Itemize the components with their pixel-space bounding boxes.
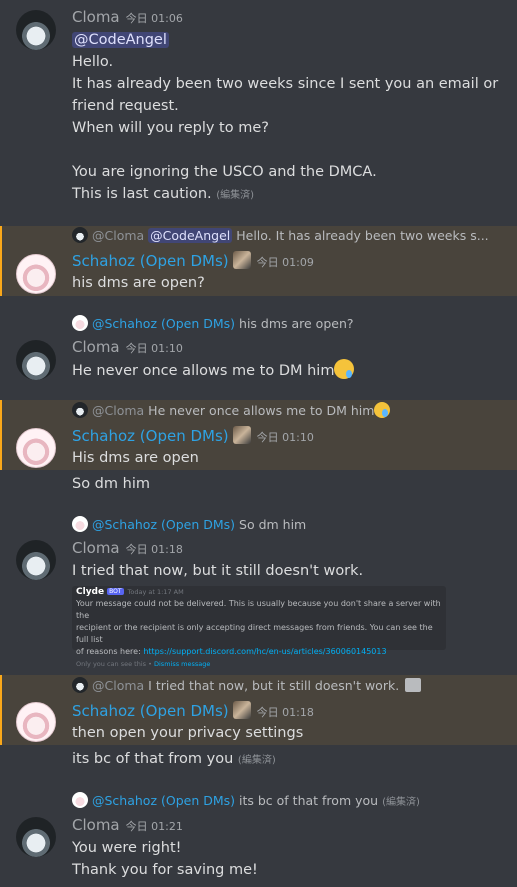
- reply-text: its bc of that from you: [239, 793, 379, 808]
- text-line: Thank you for saving me!: [72, 862, 258, 878]
- bot-name: Clyde: [76, 587, 105, 597]
- avatar[interactable]: [16, 702, 56, 742]
- reply-avatar: [72, 516, 88, 532]
- timestamp: 今日 01:09: [256, 256, 314, 269]
- reply-preview[interactable]: @Schahoz (Open DMs) his dms are open?: [72, 314, 509, 334]
- smiling-tear-emoji-icon: [374, 402, 391, 418]
- timestamp: 今日 01:18: [256, 706, 314, 719]
- bot-timestamp: Today at 1:17 AM: [127, 588, 184, 596]
- message-7: @Schahoz (Open DMs) its bc of that from …: [0, 791, 517, 887]
- timestamp: 今日 01:10: [256, 431, 314, 444]
- message-content: His dms are open: [72, 450, 199, 466]
- message-content: its bc of that from you (編集済): [72, 751, 276, 767]
- avatar[interactable]: [16, 10, 56, 50]
- edited-label: (編集済): [237, 755, 276, 766]
- reply-preview[interactable]: @Cloma He never once allows me to DM him: [72, 401, 509, 421]
- mention: @CodeAngel: [148, 228, 233, 243]
- image-icon: [405, 678, 422, 692]
- reply-avatar: [72, 227, 88, 243]
- author-name[interactable]: Schahoz (Open DMs) 今日 01:18: [72, 701, 314, 720]
- message-6: @Cloma I tried that now, but it still do…: [0, 675, 517, 745]
- reply-avatar: [72, 792, 88, 808]
- avatar[interactable]: [16, 540, 56, 580]
- author-name[interactable]: Cloma 今日 01:06: [72, 8, 183, 26]
- message-1: Cloma 今日 01:06 @CodeAngel Hello. It has a…: [0, 0, 517, 210]
- dismiss-link: Dismiss message: [154, 660, 211, 668]
- help-link: https://support.discord.com/hc/en-us/art…: [143, 647, 387, 656]
- text-line: You are ignoring the USCO and the DMCA.: [72, 164, 377, 180]
- reply-preview[interactable]: @Cloma @CodeAngel Hello. It has already …: [72, 226, 509, 246]
- text-line: friend request.: [72, 98, 179, 114]
- reply-avatar: [72, 677, 88, 693]
- mention[interactable]: @CodeAngel: [72, 32, 169, 48]
- reply-text: He never once allows me to DM him: [148, 403, 375, 418]
- timestamp: 今日 01:06: [125, 12, 183, 25]
- reply-preview[interactable]: @Schahoz (Open DMs) its bc of that from …: [72, 791, 509, 811]
- message-3: @Schahoz (Open DMs) his dms are open? Cl…: [0, 314, 517, 386]
- message-content: @CodeAngel Hello. It has already been tw…: [72, 29, 505, 207]
- bot-badge: BOT: [107, 588, 124, 595]
- author-name[interactable]: Schahoz (Open DMs) 今日 01:09: [72, 251, 314, 270]
- timestamp: 今日 01:10: [125, 342, 183, 355]
- reply-text: his dms are open?: [239, 316, 354, 331]
- avatar[interactable]: [16, 254, 56, 294]
- attached-screenshot[interactable]: Clyde BOT Today at 1:17 AM Your message co…: [72, 586, 446, 668]
- bot-text: of reasons here:: [76, 647, 141, 656]
- reply-text: I tried that now, but it still doesn't w…: [148, 678, 400, 693]
- message-2: @Cloma @CodeAngel Hello. It has already …: [0, 226, 517, 296]
- message-content: You were right! Thank you for saving me!: [72, 837, 505, 881]
- text-line: You were right!: [72, 840, 182, 856]
- author-name[interactable]: Cloma 今日 01:21: [72, 816, 183, 834]
- bot-text: recipient or the recipient is only accep…: [76, 623, 433, 644]
- reply-preview[interactable]: @Cloma I tried that now, but it still do…: [72, 676, 509, 696]
- text-line: Hello.: [72, 54, 114, 70]
- edited-label: (編集済): [382, 797, 420, 808]
- message-content: So dm him: [72, 476, 150, 492]
- reply-avatar: [72, 315, 88, 331]
- edited-label: (編集済): [216, 190, 255, 201]
- text-line: It has already been two weeks since I se…: [72, 76, 499, 92]
- message-content: his dms are open?: [72, 275, 205, 291]
- role-icon: [232, 701, 251, 719]
- author-name[interactable]: Cloma 今日 01:10: [72, 338, 183, 356]
- smiling-tear-emoji-icon: [334, 359, 355, 379]
- author-name[interactable]: Schahoz (Open DMs) 今日 01:10: [72, 426, 314, 445]
- reply-text: Hello. It has already been two weeks s..…: [236, 228, 489, 243]
- message-content: He never once allows me to DM him: [72, 359, 505, 382]
- message-4: @Cloma He never once allows me to DM him…: [0, 400, 517, 470]
- bot-text: Your message could not be delivered. Thi…: [76, 599, 441, 620]
- timestamp: 今日 01:18: [125, 543, 183, 556]
- avatar[interactable]: [16, 817, 56, 857]
- timestamp: 今日 01:21: [125, 820, 183, 833]
- message-content: then open your privacy settings: [72, 725, 304, 741]
- reply-avatar: [72, 402, 88, 418]
- role-icon: [232, 426, 251, 444]
- text-line: When will you reply to me?: [72, 120, 269, 136]
- ephemeral-note: Only you can see this •: [76, 660, 152, 668]
- author-name[interactable]: Cloma 今日 01:18: [72, 539, 183, 557]
- reply-preview[interactable]: @Schahoz (Open DMs) So dm him: [72, 515, 509, 535]
- avatar[interactable]: [16, 428, 56, 468]
- role-icon: [232, 251, 251, 269]
- text-line: This is last caution.: [72, 186, 212, 202]
- reply-text: So dm him: [239, 517, 307, 532]
- message-content: I tried that now, but it still doesn't w…: [72, 563, 364, 579]
- avatar[interactable]: [16, 340, 56, 380]
